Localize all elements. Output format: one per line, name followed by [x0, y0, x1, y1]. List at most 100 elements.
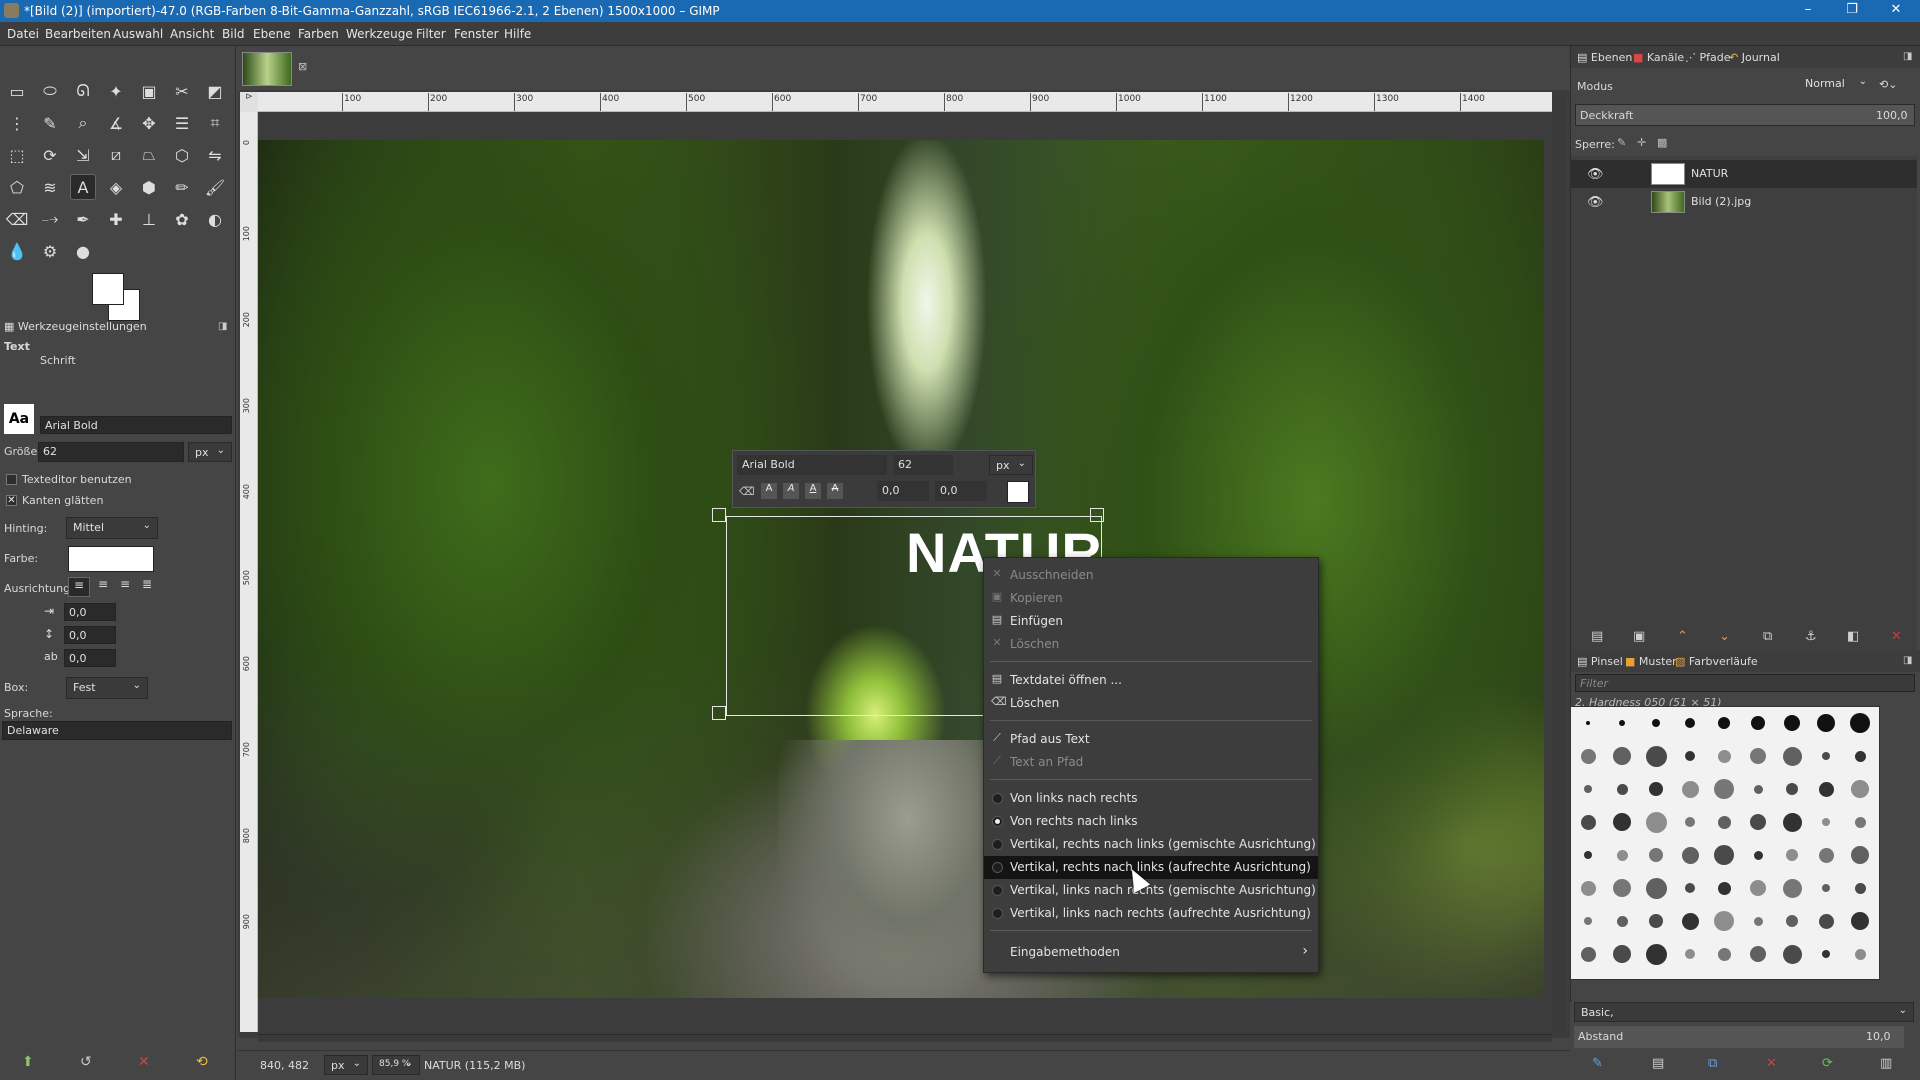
brush-swatch[interactable] [1854, 750, 1866, 762]
brush-swatch[interactable] [1851, 912, 1869, 930]
context-menu-item[interactable]: Vertikal, links nach rechts (aufrechte A… [984, 902, 1318, 925]
brush-swatch[interactable] [1753, 850, 1763, 860]
brush-swatch[interactable] [1652, 719, 1660, 727]
maximize-button[interactable]: ❐ [1832, 2, 1872, 17]
context-menu-item[interactable]: ⟋ Text an Pfad [984, 751, 1318, 774]
move-icon[interactable]: ✥ [136, 110, 162, 136]
menu-bearbeiten[interactable]: Bearbeiten [45, 27, 111, 41]
rect-select-icon[interactable]: ▭ [4, 78, 30, 104]
antialias-checkbox[interactable]: ✕ [6, 495, 17, 506]
menu-filter[interactable]: Filter [416, 27, 446, 41]
menu-werkzeuge[interactable]: Werkzeuge [346, 27, 413, 41]
visibility-eye-icon[interactable]: 👁 [1587, 195, 1604, 210]
brush-swatch[interactable] [1645, 877, 1667, 899]
overlay-font-field[interactable]: Arial Bold [737, 455, 887, 475]
foreground-select-icon[interactable]: ◩ [202, 78, 228, 104]
brush-swatch[interactable] [1685, 751, 1695, 761]
delete-options-icon[interactable]: ✕ [138, 1054, 150, 1070]
context-menu-item[interactable]: ✕ Löschen [984, 633, 1318, 656]
brush-swatch[interactable] [1750, 814, 1766, 830]
use-editor-checkbox[interactable] [6, 474, 17, 485]
brush-swatch[interactable] [1714, 911, 1734, 931]
align-icon[interactable]: ☰ [169, 110, 195, 136]
brush-swatch[interactable] [1613, 747, 1631, 765]
brush-filter-input[interactable]: Filter [1575, 674, 1915, 692]
zoom-icon[interactable]: ⌕ [70, 110, 96, 136]
justify-left-icon[interactable]: ≡ [68, 577, 90, 597]
free-select-icon[interactable]: ᘏ [70, 78, 96, 104]
brush-swatch[interactable] [1685, 883, 1695, 893]
brush-swatch[interactable] [1580, 880, 1596, 896]
brush-swatch[interactable] [1649, 782, 1663, 796]
strikethrough-button[interactable]: A [827, 483, 843, 499]
dodge-burn-icon[interactable]: ◐ [202, 206, 228, 232]
brush-swatch[interactable] [1645, 745, 1667, 767]
brush-swatch[interactable] [1822, 950, 1830, 958]
context-menu-item[interactable]: Eingabemethoden › [984, 941, 1318, 964]
brush-size-icon[interactable]: ● [70, 238, 96, 264]
brush-swatch[interactable] [1580, 946, 1596, 962]
justify-fill-icon[interactable]: ≣ [136, 577, 158, 597]
brush-swatch[interactable] [1685, 817, 1695, 827]
layer-name[interactable]: Bild (2).jpg [1691, 195, 1751, 208]
edit-brush-icon[interactable]: ✎ [1592, 1056, 1603, 1071]
restore-options-icon[interactable]: ↺ [80, 1054, 92, 1070]
brush-swatch[interactable] [1786, 915, 1798, 927]
brush-swatch[interactable] [1584, 917, 1592, 925]
panel-menu-icon[interactable]: ◨ [218, 321, 227, 332]
flip-icon[interactable]: ⇋ [202, 142, 228, 168]
reset-options-icon[interactable]: ⟲ [196, 1054, 208, 1070]
menu-datei[interactable]: Datei [7, 27, 39, 41]
open-brush-icon[interactable]: ▥ [1880, 1056, 1892, 1071]
lock-position-icon[interactable]: ✛ [1637, 136, 1646, 149]
new-brush-icon[interactable]: ▤ [1652, 1056, 1664, 1071]
zoom-select[interactable]: 85,9 % ⌄ [372, 1055, 420, 1075]
mask-layer-icon[interactable]: ◧ [1847, 629, 1859, 644]
brush-swatch[interactable] [1782, 812, 1802, 832]
scale-icon[interactable]: ⇲ [70, 142, 96, 168]
brush-swatch[interactable] [1717, 749, 1731, 763]
menu-fenster[interactable]: Fenster [454, 27, 499, 41]
eraser-icon[interactable]: ⌫ [4, 206, 30, 232]
crop-icon[interactable]: ⌗ [202, 110, 228, 136]
clear-style-icon[interactable]: ⌫ [739, 485, 755, 498]
menu-farben[interactable]: Farben [298, 27, 339, 41]
context-menu-item[interactable]: ▤ Textdatei öffnen ... [984, 669, 1318, 692]
brush-swatch[interactable] [1786, 849, 1798, 861]
select-by-color-icon[interactable]: ▣ [136, 78, 162, 104]
box-select[interactable]: Fest ⌄ [66, 677, 148, 699]
text-tool-icon[interactable]: A [70, 174, 96, 200]
image-tab-thumbnail[interactable] [242, 52, 292, 86]
pencil-icon[interactable]: ✏ [169, 174, 195, 200]
brush-swatch[interactable] [1717, 881, 1731, 895]
foreground-color-swatch[interactable] [92, 273, 124, 305]
brush-swatch[interactable] [1616, 783, 1628, 795]
anchor-layer-icon[interactable]: ⚓ [1805, 629, 1817, 644]
brush-swatch[interactable] [1580, 748, 1596, 764]
brush-swatch[interactable] [1782, 878, 1802, 898]
warp-transform-icon[interactable]: ≋ [37, 174, 63, 200]
justify-center-icon[interactable]: ≡ [114, 577, 136, 597]
tab-paths[interactable]: ⋰ Pfade [1685, 51, 1731, 64]
brush-swatch[interactable] [1822, 884, 1830, 892]
tool-options-tab[interactable]: ▦ Werkzeugeinstellungen [4, 320, 147, 333]
airbrush-icon[interactable]: ⤍ [37, 206, 63, 232]
brush-swatch[interactable] [1584, 785, 1592, 793]
brush-swatch[interactable] [1782, 944, 1802, 964]
menu-auswahl[interactable]: Auswahl [113, 27, 163, 41]
brush-swatch[interactable] [1718, 717, 1730, 729]
rotate-icon[interactable]: ⟳ [37, 142, 63, 168]
brush-swatch[interactable] [1714, 779, 1734, 799]
bold-button[interactable]: A [761, 483, 777, 499]
context-menu-item[interactable]: ▤ Einfügen [984, 610, 1318, 633]
layer-row[interactable]: 👁 Bild (2).jpg [1571, 188, 1917, 216]
paintbrush-icon[interactable]: 🖌 [202, 174, 228, 200]
3d-transform-icon[interactable]: ⬡ [169, 142, 195, 168]
refresh-brushes-icon[interactable]: ⟳ [1822, 1056, 1833, 1071]
brush-swatch[interactable] [1854, 948, 1866, 960]
brush-swatch[interactable] [1822, 818, 1830, 826]
menu-hilfe[interactable]: Hilfe [504, 27, 531, 41]
vertical-scrollbar[interactable] [1552, 92, 1566, 1032]
blur-icon[interactable]: ✿ [169, 206, 195, 232]
tab-layers[interactable]: ▤ Ebenen [1577, 51, 1632, 64]
